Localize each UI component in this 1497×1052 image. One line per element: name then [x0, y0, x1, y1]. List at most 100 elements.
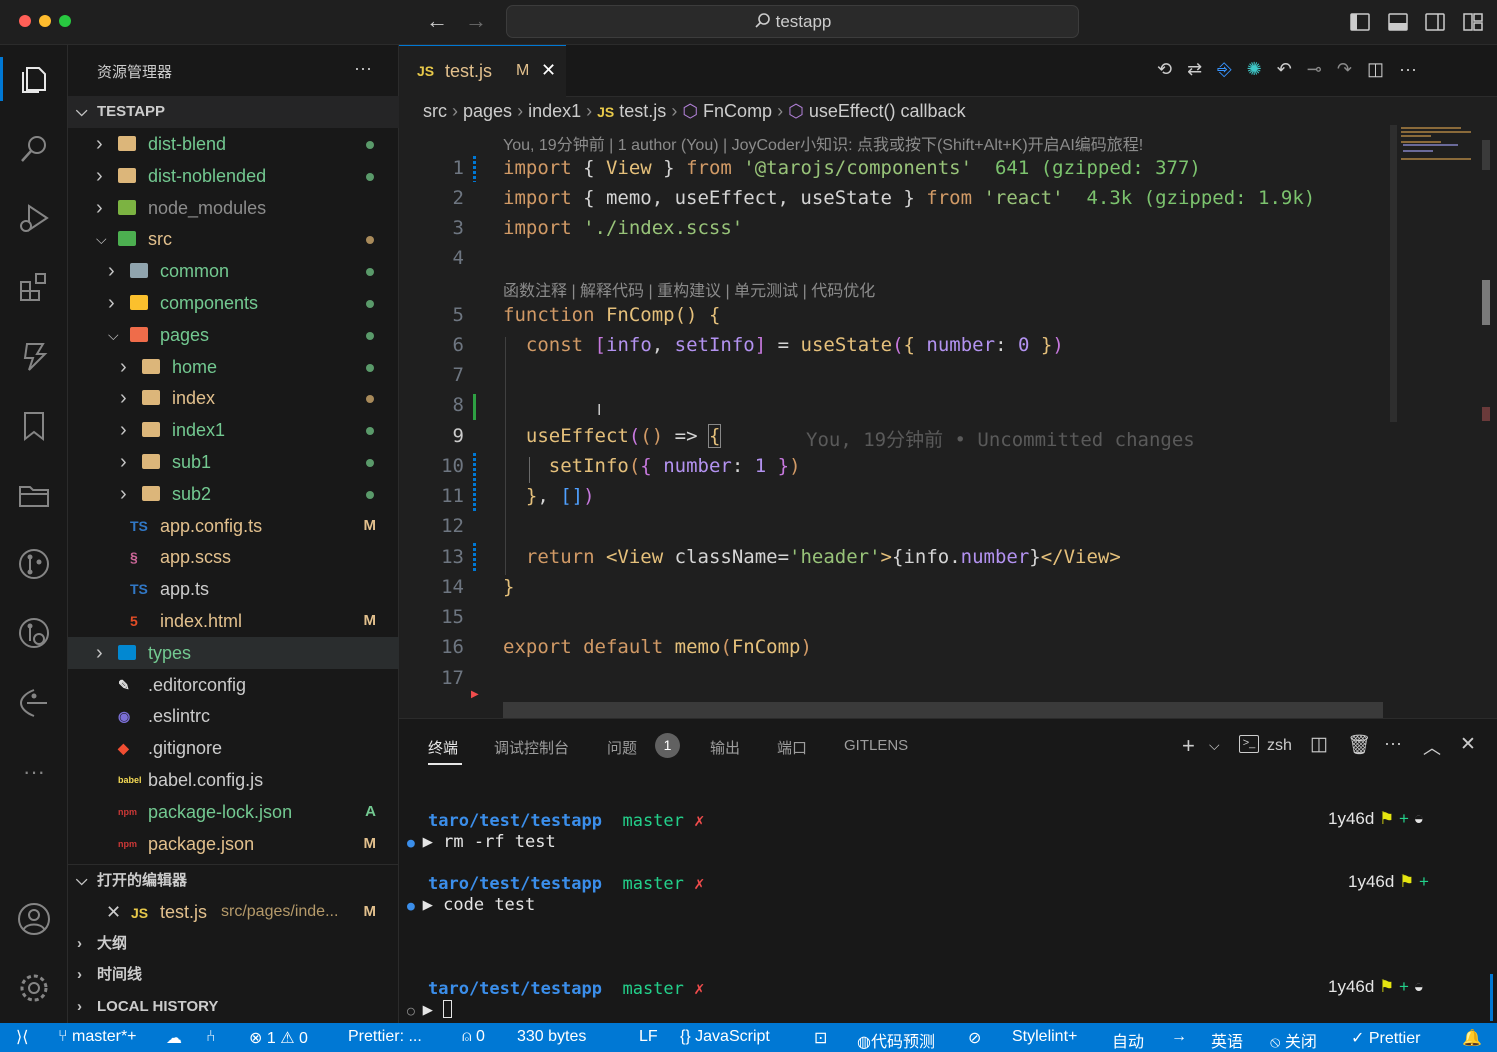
tree-item-src[interactable]: ⌵ src: [68, 223, 399, 255]
commit-icon[interactable]: ⊸: [1307, 59, 1322, 83]
new-terminal-plus-icon[interactable]: +: [1182, 733, 1195, 759]
open-changes-icon[interactable]: ⎆: [1217, 59, 1231, 83]
project-manager-icon[interactable]: [16, 477, 52, 513]
breadcrumb-item[interactable]: src: [423, 101, 447, 121]
source-control-icon[interactable]: [16, 546, 52, 582]
workspace-root-header[interactable]: ⌵ TESTAPP: [68, 96, 399, 128]
tab-output[interactable]: 输出: [710, 737, 740, 758]
terminal-scrollbar[interactable]: [1490, 974, 1493, 1021]
git-graph-icon[interactable]: [16, 615, 52, 651]
tree-item-node-modules[interactable]: › node_modules: [68, 192, 399, 224]
code-line-9[interactable]: useEffect(() => {: [503, 424, 722, 448]
tree-item-editorconfig[interactable]: ✎ .editorconfig: [68, 669, 399, 701]
close-window-button[interactable]: [19, 15, 31, 27]
code-line-6[interactable]: const [info, setInfo] = useState({ numbe…: [503, 334, 1064, 356]
maximize-panel-icon[interactable]: ︿: [1423, 734, 1441, 760]
auto-status[interactable]: 自动: [1112, 1028, 1144, 1052]
code-line-10[interactable]: setInfo({ number: 1 }): [503, 455, 801, 477]
tree-item-gitignore[interactable]: ◆ .gitignore: [68, 732, 399, 764]
tree-item-index[interactable]: › index: [68, 382, 399, 414]
account-icon[interactable]: [16, 901, 52, 937]
toggle-panel-icon[interactable]: [1387, 11, 1409, 33]
open-editors-header[interactable]: ⌵ 打开的编辑器: [68, 864, 399, 896]
prettier-status-left[interactable]: Prettier: ...: [348, 1028, 422, 1046]
breadcrumb-item[interactable]: test.js: [619, 101, 666, 121]
tree-item-eslintrc[interactable]: ◉ .eslintrc: [68, 700, 399, 732]
tab-ports[interactable]: 端口: [777, 737, 807, 758]
breadcrumb-item[interactable]: useEffect() callback: [809, 101, 966, 121]
code-line-14[interactable]: }: [503, 576, 514, 598]
language-en-status[interactable]: 英语: [1211, 1028, 1243, 1052]
file-size-status[interactable]: 330 bytes: [517, 1028, 586, 1046]
ai-assistant-icon[interactable]: [16, 339, 52, 375]
tab-test-js[interactable]: JS test.js M ✕: [399, 45, 566, 97]
copilot-off-icon[interactable]: ⊘: [968, 1028, 981, 1048]
tree-item-pages[interactable]: ⌵ pages: [68, 319, 399, 351]
language-status[interactable]: {} JavaScript: [680, 1028, 770, 1046]
back-arrow-icon[interactable]: ←: [426, 8, 448, 34]
close-icon[interactable]: ✕: [106, 896, 121, 928]
command-decoration-icon[interactable]: ○: [407, 1004, 423, 1019]
vertical-scrollbar[interactable]: [1390, 125, 1397, 422]
more-views-icon[interactable]: ···: [16, 754, 52, 790]
tree-item-index1[interactable]: › index1: [68, 414, 399, 446]
explorer-icon[interactable]: [16, 61, 52, 97]
search-icon[interactable]: [16, 131, 52, 167]
tree-item-dist-blend[interactable]: › dist-blend: [68, 128, 399, 160]
tab-debug-console[interactable]: 调试控制台: [494, 737, 569, 758]
tree-item-sub2[interactable]: › sub2: [68, 478, 399, 510]
codelens-actions[interactable]: 函数注释 | 解释代码 | 重构建议 | 单元测试 | 代码优化: [503, 277, 875, 301]
tab-gitlens[interactable]: GITLENS: [844, 737, 908, 754]
tree-item-package-lock-json[interactable]: npm package-lock.json A: [68, 796, 399, 828]
git-graph-icon[interactable]: ⑃: [206, 1028, 216, 1046]
command-center-search[interactable]: testapp: [506, 5, 1079, 38]
more-actions-icon[interactable]: ···: [1384, 733, 1402, 754]
horizontal-scrollbar[interactable]: [503, 702, 1383, 718]
tree-item-app-config-ts[interactable]: TS app.config.ts M: [68, 510, 399, 542]
explorer-more-button[interactable]: ···: [354, 58, 372, 79]
command-decoration-icon[interactable]: ●: [407, 899, 423, 914]
tree-item-common[interactable]: › common: [68, 255, 399, 287]
code-predict-status[interactable]: ◍代码预测: [857, 1028, 935, 1052]
terminal-status-icon[interactable]: ⊡: [814, 1028, 827, 1048]
code-line-5[interactable]: function FnComp() {: [503, 304, 720, 326]
next-change-icon[interactable]: ↷: [1337, 59, 1352, 83]
off-status[interactable]: ⦸ 关闭: [1270, 1028, 1317, 1052]
tree-item-babel-config-js[interactable]: babel babel.config.js: [68, 764, 399, 796]
toggle-primary-sidebar-icon[interactable]: [1349, 11, 1371, 33]
breadcrumb-item[interactable]: index1: [528, 101, 581, 121]
code-line-3[interactable]: import './index.scss': [503, 217, 743, 239]
chevron-down-icon[interactable]: ⌵: [1209, 737, 1220, 754]
customize-layout-icon[interactable]: [1462, 11, 1484, 33]
tree-item-types[interactable]: › types: [68, 636, 399, 669]
blame-header[interactable]: You, 19分钟前 | 1 author (You) | JoyCoder小知…: [503, 131, 1143, 155]
terminal-shell-name[interactable]: zsh: [1267, 737, 1292, 755]
sync-cloud-icon[interactable]: ☁: [166, 1028, 182, 1048]
tree-item-app-scss[interactable]: § app.scss: [68, 541, 399, 573]
more-actions-icon[interactable]: ···: [1399, 59, 1417, 83]
split-terminal-icon[interactable]: ◫: [1310, 733, 1328, 756]
tree-item-home[interactable]: › home: [68, 351, 399, 383]
split-editor-icon[interactable]: ◫: [1367, 59, 1384, 83]
trash-icon[interactable]: 🗑: [1347, 733, 1371, 757]
tree-item-sub1[interactable]: › sub1: [68, 446, 399, 478]
breadcrumb-item[interactable]: FnComp: [703, 101, 772, 121]
minimap[interactable]: [1397, 125, 1482, 718]
close-tab-icon[interactable]: ✕: [541, 60, 556, 81]
forward-arrow-icon[interactable]: →: [465, 8, 487, 34]
code-line-16[interactable]: export default memo(FnComp): [503, 636, 812, 658]
bookmarks-icon[interactable]: [16, 408, 52, 444]
code-line-11[interactable]: }, []): [503, 485, 595, 507]
gitlens-icon[interactable]: [16, 685, 52, 721]
ports-status[interactable]: ⍝ 0: [462, 1028, 485, 1046]
code-line-2[interactable]: import { memo, useEffect, useState } fro…: [503, 187, 1315, 209]
prettier-status[interactable]: ✓ Prettier: [1351, 1028, 1420, 1048]
code-line-13[interactable]: return <View className='header'>{info.nu…: [503, 546, 1121, 568]
open-editor-item[interactable]: ✕ JS test.js src/pages/inde... M: [68, 896, 399, 928]
tree-item-package-json[interactable]: npm package.json M: [68, 828, 399, 860]
timeline-history-icon[interactable]: ⟲: [1157, 59, 1172, 83]
notifications-bell-icon[interactable]: 🔔: [1462, 1028, 1482, 1048]
local-history-header[interactable]: › LOCAL HISTORY: [68, 991, 399, 1023]
stylelint-status[interactable]: Stylelint+: [1012, 1028, 1077, 1046]
branch-status[interactable]: ⑂ master*+: [58, 1028, 137, 1046]
